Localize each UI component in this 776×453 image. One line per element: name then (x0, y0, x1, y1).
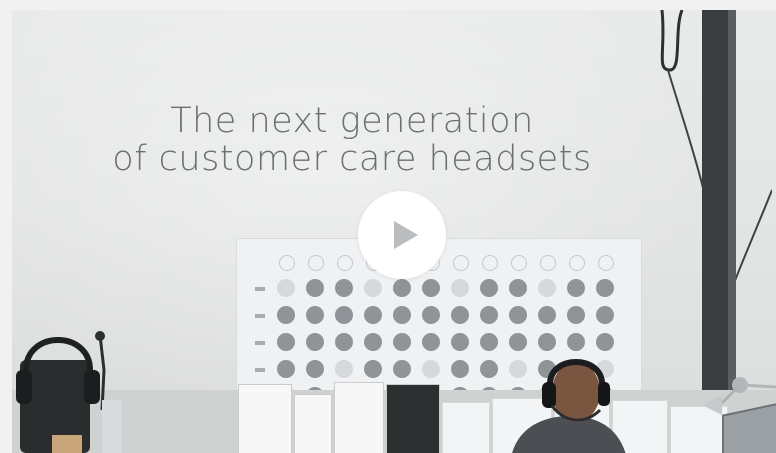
headset-product-dot (364, 306, 382, 324)
headline-line-2: of customer care headsets (112, 139, 592, 179)
headset-product-dot (364, 360, 382, 378)
headset-product-dot (335, 360, 353, 378)
wall-pillar-edge (728, 10, 736, 390)
headset-product-dot (567, 279, 585, 297)
headset-product-dot (567, 306, 585, 324)
headset-product-dot (393, 360, 411, 378)
headset-product-dot (451, 279, 469, 297)
person-with-headset (512, 359, 626, 453)
headset-product-dot (335, 306, 353, 324)
headset-product-dot (393, 333, 411, 351)
video-headline: The next generation of customer care hea… (12, 102, 692, 178)
headset-product-dot (422, 360, 440, 378)
product-box (334, 382, 384, 453)
column-header-icon (511, 255, 527, 271)
column-header-icon (598, 255, 614, 271)
video-player[interactable]: The next generation of customer care hea… (12, 10, 776, 453)
headset-product-dot (509, 279, 527, 297)
column-header-icon (337, 255, 353, 271)
wall-pillar (702, 10, 728, 390)
column-header-icon (453, 255, 469, 271)
headset-product-dot (306, 279, 324, 297)
headset-product-dot (451, 360, 469, 378)
play-icon (394, 221, 418, 249)
product-box (238, 384, 292, 453)
headset-product-dot (364, 279, 382, 297)
paper-sheet (442, 402, 490, 453)
column-header-icon (569, 255, 585, 271)
column-header-icon (279, 255, 295, 271)
headset-product-dot (422, 279, 440, 297)
headset-product-dot (335, 279, 353, 297)
headset-product-dot (538, 333, 556, 351)
headset-product-dot (306, 333, 324, 351)
column-header-icon (482, 255, 498, 271)
product-box (294, 394, 332, 453)
headset-product-dot (451, 306, 469, 324)
row-label-mark (255, 341, 265, 345)
product-box (386, 384, 440, 453)
headset-product-dot (335, 333, 353, 351)
headset-product-dot (596, 279, 614, 297)
headset-product-dot (509, 333, 527, 351)
headset-product-dot (364, 333, 382, 351)
play-button[interactable] (358, 191, 446, 279)
headset-product-dot (393, 306, 411, 324)
column-header-icon (540, 255, 556, 271)
headset-product-dot (422, 306, 440, 324)
row-label-mark (255, 287, 265, 291)
row-label-mark (255, 368, 265, 372)
headset-product-dot (480, 279, 498, 297)
headset-product-dot (422, 333, 440, 351)
headset-product-dot (277, 360, 295, 378)
video-frame: The next generation of customer care hea… (0, 0, 776, 453)
headset-product-dot (596, 333, 614, 351)
headset-product-dot (306, 360, 324, 378)
headset-product-dot (538, 306, 556, 324)
headset-product-dot (277, 279, 295, 297)
row-label-mark (255, 314, 265, 318)
column-header-icon (308, 255, 324, 271)
headline-line-1: The next generation (170, 101, 534, 141)
product-boxes (238, 380, 440, 453)
headset-stand-image (16, 331, 122, 453)
headset-product-dot (306, 306, 324, 324)
headset-product-dot (451, 333, 469, 351)
headset-product-dot (567, 333, 585, 351)
headset-product-dot (393, 279, 411, 297)
headset-product-dot (509, 306, 527, 324)
headset-product-dot (480, 333, 498, 351)
headset-product-dot (538, 279, 556, 297)
headset-product-dot (277, 333, 295, 351)
headset-product-dot (596, 306, 614, 324)
headset-product-dot (277, 306, 295, 324)
headset-product-dot (480, 306, 498, 324)
